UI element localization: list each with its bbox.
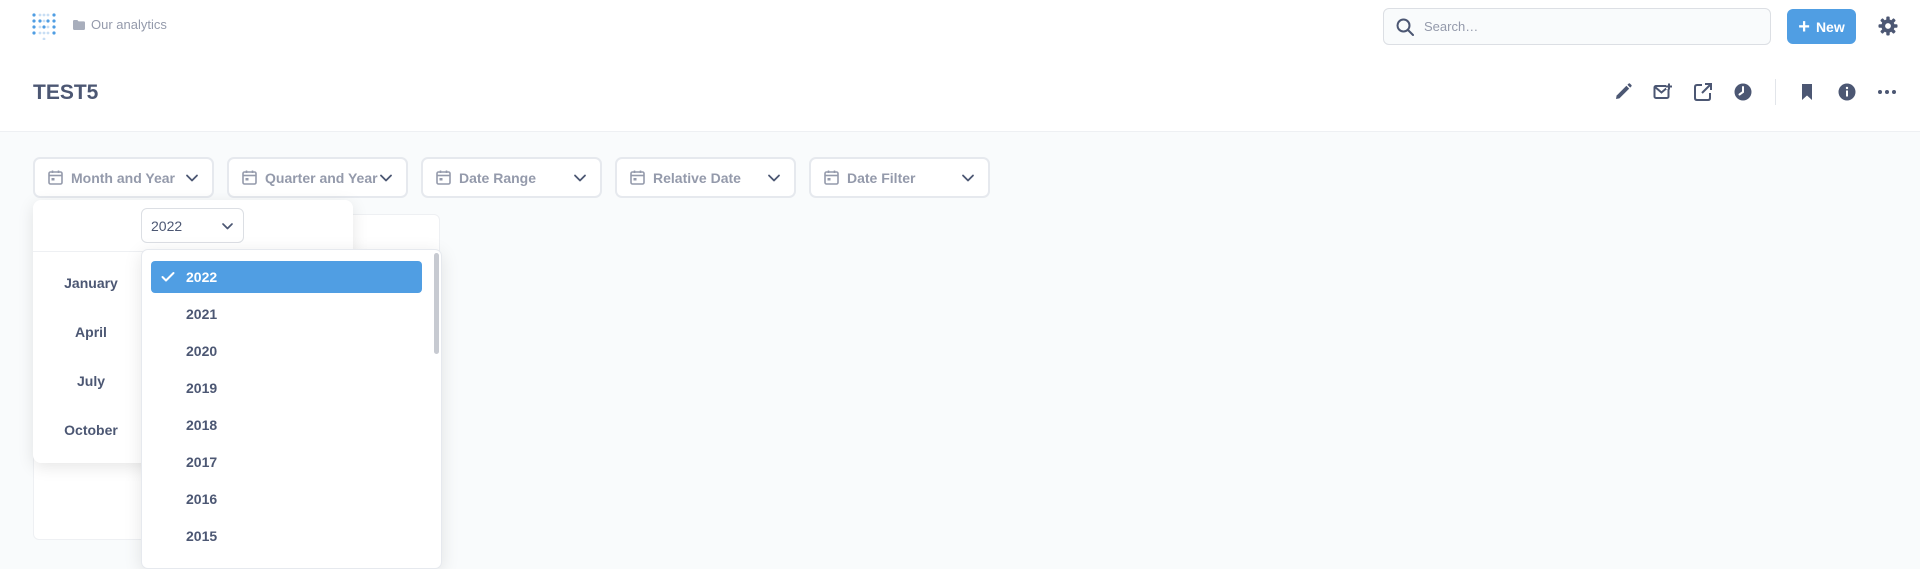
year-option-selected[interactable]: 2022	[151, 261, 422, 293]
year-option-label: 2020	[186, 343, 218, 359]
month-option[interactable]: April	[33, 324, 149, 340]
year-dropdown-list[interactable]: 2022 2021 2020 2019 2018 2017 2016 2015	[141, 249, 442, 569]
page-title: TEST5	[33, 81, 99, 104]
header-divider	[1775, 79, 1776, 105]
year-option-label: 2019	[186, 380, 218, 396]
filter-label: Relative Date	[653, 169, 741, 186]
folder-icon	[73, 19, 85, 30]
edit-icon[interactable]	[1613, 82, 1633, 102]
chevron-down-icon	[574, 174, 586, 182]
history-icon[interactable]	[1733, 82, 1753, 102]
filter-label: Date Filter	[847, 169, 916, 186]
search-icon	[1396, 18, 1414, 36]
year-option[interactable]: 2021	[151, 298, 422, 330]
chevron-down-icon	[222, 223, 233, 230]
more-icon[interactable]	[1877, 82, 1897, 102]
calendar-icon	[824, 170, 839, 185]
share-icon[interactable]	[1693, 82, 1713, 102]
year-option-label: 2021	[186, 306, 218, 322]
month-option[interactable]: January	[33, 275, 149, 291]
year-option[interactable]: 2019	[151, 372, 422, 404]
breadcrumb[interactable]: Our analytics	[73, 17, 167, 32]
calendar-icon	[242, 170, 257, 185]
breadcrumb-label: Our analytics	[91, 17, 167, 32]
year-option-label: 2017	[186, 454, 218, 470]
filter-relative-date[interactable]: Relative Date	[615, 157, 796, 198]
year-option[interactable]: 2018	[151, 409, 422, 441]
filter-label: Month and Year	[71, 169, 175, 186]
year-option-label: 2022	[186, 269, 218, 285]
month-option[interactable]: October	[33, 422, 149, 438]
gear-icon[interactable]	[1878, 16, 1898, 36]
filter-label: Quarter and Year	[265, 169, 378, 186]
filter-quarter-and-year[interactable]: Quarter and Year	[227, 157, 408, 198]
search-bar[interactable]	[1383, 8, 1771, 45]
subscription-icon[interactable]	[1653, 82, 1673, 102]
search-input[interactable]	[1424, 19, 1744, 34]
month-option[interactable]: July	[33, 373, 149, 389]
scrollbar-thumb[interactable]	[434, 253, 439, 354]
year-option[interactable]: 2015	[151, 520, 422, 552]
year-option[interactable]: 2020	[151, 335, 422, 367]
chevron-down-icon	[962, 174, 974, 182]
bookmark-icon[interactable]	[1797, 82, 1817, 102]
calendar-icon	[436, 170, 451, 185]
chevron-down-icon	[380, 174, 392, 182]
chevron-down-icon	[186, 174, 198, 182]
year-select[interactable]: 2022	[141, 208, 244, 243]
calendar-icon	[48, 170, 63, 185]
new-button-label: New	[1815, 18, 1845, 35]
filter-date-filter[interactable]: Date Filter	[809, 157, 990, 198]
check-icon	[161, 272, 175, 282]
filter-date-range[interactable]: Date Range	[421, 157, 602, 198]
calendar-icon	[630, 170, 645, 185]
logo-icon[interactable]	[31, 12, 57, 40]
chevron-down-icon	[768, 174, 780, 182]
plus-icon: +	[1798, 15, 1810, 38]
dashboard-header: TEST5	[0, 51, 1920, 132]
year-option[interactable]: 2016	[151, 483, 422, 515]
new-button[interactable]: + New	[1787, 9, 1856, 44]
year-option-label: 2016	[186, 491, 218, 507]
year-option-label: 2015	[186, 528, 218, 544]
filter-month-and-year[interactable]: Month and Year	[33, 157, 214, 198]
year-select-value: 2022	[151, 217, 183, 234]
year-option-label: 2018	[186, 417, 218, 433]
top-navbar: Our analytics + New	[0, 0, 1920, 51]
year-option[interactable]: 2017	[151, 446, 422, 478]
info-icon[interactable]	[1837, 82, 1857, 102]
filter-label: Date Range	[459, 169, 537, 186]
